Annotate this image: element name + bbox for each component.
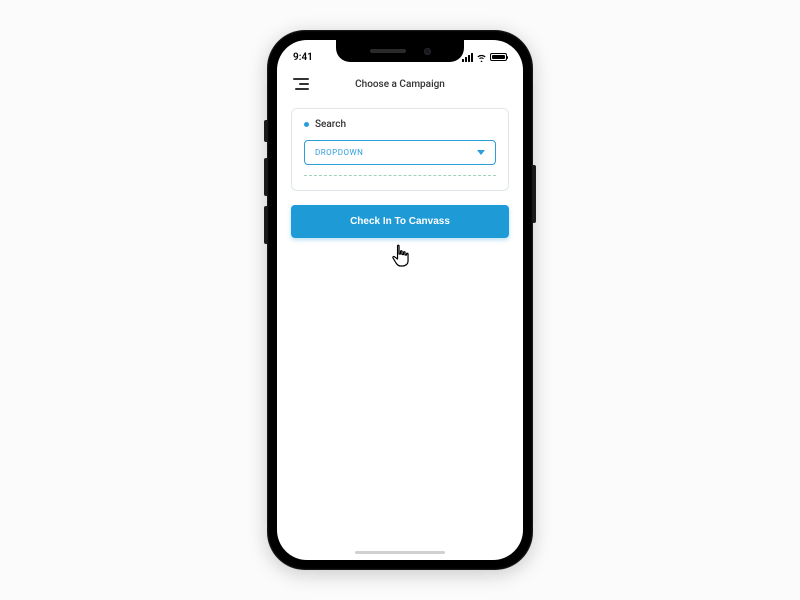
phone-notch xyxy=(336,40,464,62)
volume-up-button xyxy=(264,158,267,196)
home-indicator[interactable] xyxy=(355,551,445,554)
cellular-signal-icon xyxy=(462,53,473,62)
page-title: Choose a Campaign xyxy=(293,79,507,90)
search-label-row: Search xyxy=(304,119,496,130)
chevron-down-icon xyxy=(477,150,485,155)
phone-screen: 9:41 Choose a Campaign xyxy=(277,40,523,560)
search-card: Search Dropdown xyxy=(291,108,509,191)
dropdown-selected-text: Dropdown xyxy=(315,148,363,157)
speaker-grille xyxy=(370,49,406,53)
bullet-icon xyxy=(304,122,309,127)
main-content: Search Dropdown Check In To Canvass xyxy=(277,104,523,242)
front-camera xyxy=(424,48,431,55)
status-time: 9:41 xyxy=(293,52,333,63)
status-indicators xyxy=(462,53,507,62)
power-button xyxy=(533,165,536,223)
campaign-dropdown[interactable]: Dropdown xyxy=(304,140,496,165)
phone-device-frame: 9:41 Choose a Campaign xyxy=(267,30,533,570)
check-in-button[interactable]: Check In To Canvass xyxy=(291,205,509,238)
mute-switch xyxy=(264,120,267,142)
divider xyxy=(304,175,496,176)
volume-down-button xyxy=(264,206,267,244)
battery-icon xyxy=(490,53,507,61)
app-header: Choose a Campaign xyxy=(277,70,523,104)
search-label: Search xyxy=(315,119,346,130)
wifi-icon xyxy=(476,53,487,62)
